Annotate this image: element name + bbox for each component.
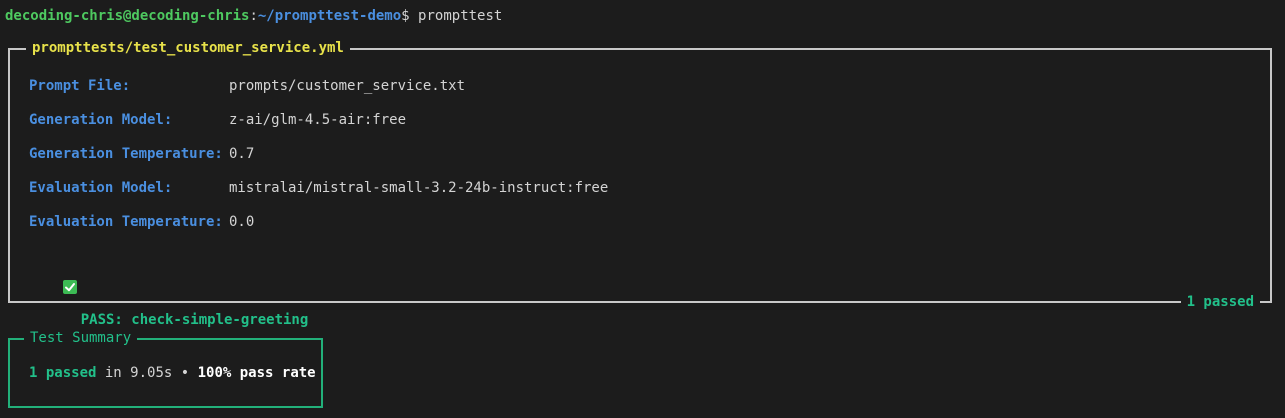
summary-line: 1 passed in 9.05s • 100% pass rate [29, 365, 316, 382]
check-mark-icon [62, 280, 77, 294]
generation-model-value: z-ai/glm-4.5-air:free [229, 112, 407, 128]
prompt-user-host: decoding-chris@decoding-chris [5, 8, 250, 24]
evaluation-temperature-value: 0.0 [229, 214, 255, 230]
test-result-text: PASS: check-simple-greeting [80, 312, 309, 328]
generation-model-label: Generation Model: [29, 112, 173, 128]
test-file-panel: prompttests/test_customer_service.yml Pr… [8, 40, 1272, 328]
test-summary-panel: Test Summary 1 passed in 9.05s • 100% pa… [8, 330, 323, 408]
summary-bullet: • [172, 365, 198, 381]
evaluation-model-label: Evaluation Model: [29, 180, 173, 196]
summary-passed: 1 passed [29, 365, 97, 381]
summary-duration: 9.05s [130, 365, 173, 381]
summary-in: in [96, 365, 131, 381]
summary-pass-rate: 100% pass rate [197, 365, 316, 381]
generation-temperature-value: 0.7 [229, 146, 255, 162]
prompt-path: ~/prompttest-demo [257, 8, 402, 24]
prompt-file-label: Prompt File: [29, 78, 131, 94]
prompt-separator: : [249, 8, 258, 24]
evaluation-temperature-label: Evaluation Temperature: [29, 214, 223, 230]
test-summary-title: Test Summary [24, 330, 138, 347]
prompt-symbol: $ [401, 8, 410, 24]
generation-temperature-label: Generation Temperature: [29, 146, 223, 162]
shell-prompt-line: decoding-chris@decoding-chris:~/promptte… [5, 8, 502, 25]
passed-count-footer: 1 passed [1180, 294, 1260, 311]
prompt-file-value: prompts/customer_service.txt [229, 78, 466, 94]
test-file-title: prompttests/test_customer_service.yml [26, 40, 350, 57]
prompt-command: prompttest [418, 8, 503, 24]
evaluation-model-value: mistralai/mistral-small-3.2-24b-instruct… [229, 180, 609, 196]
